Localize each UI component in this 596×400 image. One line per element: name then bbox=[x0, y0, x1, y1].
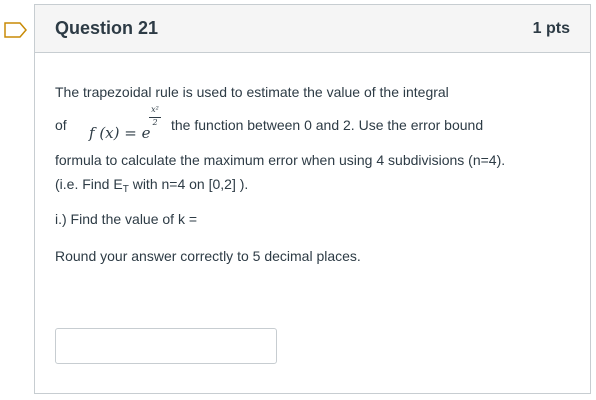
question-title: Question 21 bbox=[55, 18, 159, 38]
answer-input[interactable] bbox=[55, 328, 277, 364]
line-4-suffix: with n=4 on [0,2] ). bbox=[128, 176, 249, 192]
question-text-of: of bbox=[55, 117, 67, 133]
exponent-denominator: 2 bbox=[152, 118, 158, 127]
bookmark-flag-icon[interactable] bbox=[4, 22, 28, 38]
question-text-line-1: The trapezoidal rule is used to estimate… bbox=[55, 84, 449, 100]
function-formula: f (x) = e bbox=[89, 124, 150, 142]
question-card: Question 21 1 pts The trapezoidal rule i… bbox=[34, 4, 591, 394]
function-formula-text: f (x) = e bbox=[89, 124, 151, 142]
question-text-line-3: formula to calculate the maximum error w… bbox=[55, 152, 506, 168]
question-text-line-5: i.) Find the value of k = bbox=[55, 211, 198, 227]
question-text-line-6: Round your answer correctly to 5 decimal… bbox=[55, 248, 361, 264]
question-points: 1 pts bbox=[532, 20, 570, 37]
exponent-numerator: x² bbox=[151, 105, 159, 114]
question-header: Question 21 1 pts bbox=[35, 5, 590, 53]
question-text-line-2: the function between 0 and 2. Use the er… bbox=[171, 117, 484, 133]
line-4-prefix: (i.e. Find E bbox=[55, 176, 123, 192]
error-subscript: T bbox=[122, 184, 129, 195]
question-text-line-4: (i.e. Find ET with n=4 on [0,2] ). bbox=[55, 176, 249, 195]
